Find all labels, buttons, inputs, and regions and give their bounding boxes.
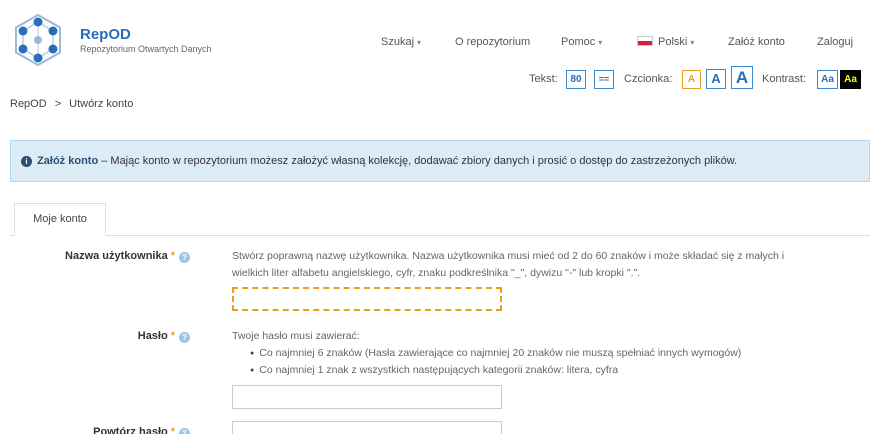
brand-subtitle: Repozytorium Otwartych Danych <box>80 44 212 54</box>
nav-login-label: Zaloguj <box>817 36 854 48</box>
username-help-line2: wielkich liter alfabetu angielskiego, cy… <box>232 267 641 279</box>
required-mark: * <box>170 426 175 434</box>
breadcrumb-separator: > <box>54 98 62 110</box>
chevron-down-icon: ▾ <box>690 38 695 47</box>
font-size-label: Czcionka: <box>624 73 673 85</box>
password-label: Hasło *? <box>138 330 190 343</box>
polish-flag-icon <box>637 36 653 46</box>
help-icon[interactable]: ? <box>179 428 190 434</box>
repod-logo-icon[interactable] <box>10 12 66 68</box>
help-icon[interactable]: ? <box>179 252 190 263</box>
username-input[interactable] <box>232 287 502 311</box>
text-spacing-button[interactable]: == <box>594 70 614 89</box>
chevron-down-icon: ▾ <box>417 38 422 47</box>
chevron-down-icon: ▾ <box>598 38 603 47</box>
nav-about-label: O repozytorium <box>455 36 531 48</box>
password-repeat-label: Powtórz hasło *? <box>93 426 190 434</box>
contrast-normal-button[interactable]: Aa <box>817 70 838 89</box>
nav-language[interactable]: Polski ▾ <box>637 36 694 48</box>
password-help-intro: Twoje hasło musi zawierać: <box>232 330 360 342</box>
info-alert: i Załóż konto – Mając konto w repozytori… <box>10 140 870 182</box>
nav-login[interactable]: Zaloguj <box>817 36 853 48</box>
nav-about[interactable]: O repozytorium <box>455 36 530 48</box>
breadcrumb-current: Utwórz konto <box>69 98 134 110</box>
font-medium-button[interactable]: A <box>706 69 726 89</box>
tab-my-account[interactable]: Moje konto <box>14 203 106 236</box>
required-mark: * <box>170 250 175 262</box>
username-help: Stwórz poprawną nazwę użytkownika. Nazwa… <box>232 248 862 282</box>
nav-help-label: Pomoc <box>561 36 596 48</box>
nav-register-label: Załóż konto <box>728 36 785 48</box>
info-icon: i <box>21 156 32 167</box>
nav-help[interactable]: Pomoc ▾ <box>561 36 602 48</box>
contrast-label: Kontrast: <box>762 73 807 85</box>
username-label-text: Nazwa użytkownika <box>65 250 168 262</box>
help-icon[interactable]: ? <box>179 332 190 343</box>
required-mark: * <box>170 330 175 342</box>
nav-search-label: Szukaj <box>381 36 415 48</box>
font-small-button[interactable]: A <box>682 70 701 89</box>
brand-name: RepOD <box>80 26 131 43</box>
password-input[interactable] <box>232 385 502 409</box>
password-repeat-label-text: Powtórz hasło <box>93 426 168 434</box>
alert-title: Załóż konto <box>37 155 99 167</box>
password-rule: Co najmniej 1 znak z wszystkich następuj… <box>250 362 862 379</box>
text-size-label: Tekst: <box>529 73 558 85</box>
nav-register[interactable]: Załóż konto <box>728 36 785 48</box>
breadcrumb: RepOD > Utwórz konto <box>10 98 133 110</box>
username-help-line1: Stwórz poprawną nazwę użytkownika. Nazwa… <box>232 250 785 262</box>
breadcrumb-home[interactable]: RepOD <box>10 98 47 110</box>
password-rule: Co najmniej 6 znaków (Hasła zawierające … <box>250 345 862 362</box>
username-label: Nazwa użytkownika *? <box>65 250 190 263</box>
contrast-high-button[interactable]: Aa <box>840 70 861 89</box>
font-large-button[interactable]: A <box>731 66 753 89</box>
password-rules: Co najmniej 6 znaków (Hasła zawierające … <box>232 345 862 379</box>
nav-search[interactable]: Szukaj ▾ <box>381 36 421 48</box>
password-label-text: Hasło <box>137 330 168 342</box>
brand[interactable]: RepOD Repozytorium Otwartych Danych <box>80 27 212 55</box>
tab-divider <box>10 235 870 236</box>
text-size-button[interactable]: 80 <box>566 70 586 89</box>
password-help: Twoje hasło musi zawierać: Co najmniej 6… <box>232 328 862 379</box>
alert-message: – Mając konto w repozytorium możesz zało… <box>98 155 738 167</box>
password-repeat-input[interactable] <box>232 421 502 434</box>
nav-language-label: Polski <box>658 36 688 48</box>
